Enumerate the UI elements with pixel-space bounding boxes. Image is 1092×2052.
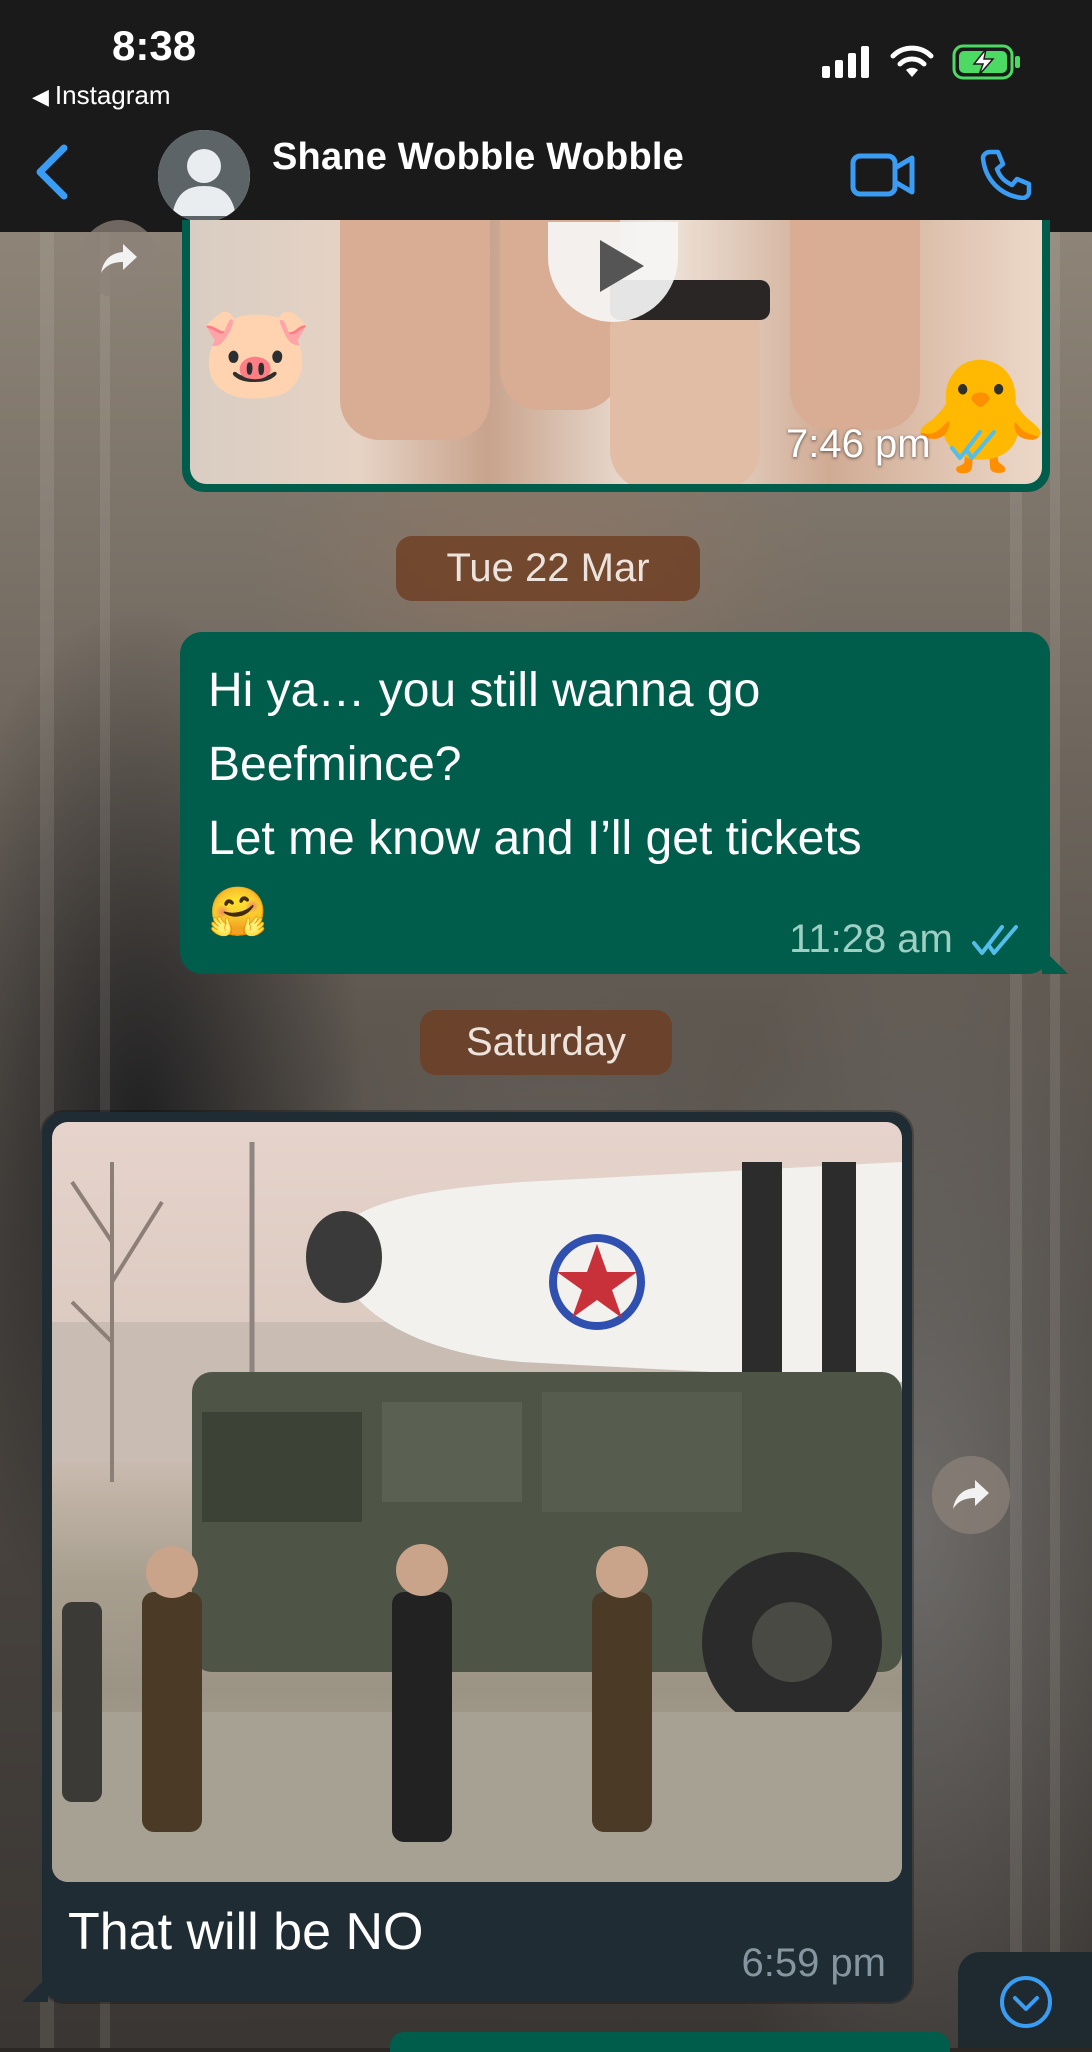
back-triangle-icon: ◀: [32, 84, 49, 109]
bubble-tail: [1042, 948, 1068, 974]
photo-scene: [52, 1142, 902, 1882]
text-message-meta: 11:28 am: [789, 917, 1026, 962]
contact-avatar[interactable]: [158, 130, 250, 222]
bubble-tail: [22, 1976, 48, 2002]
wallpaper-stripe: [1050, 232, 1060, 2048]
message-line: Beefmince?: [208, 738, 462, 791]
scroll-to-bottom-button[interactable]: [958, 1952, 1092, 2048]
read-ticks-icon: [949, 430, 996, 461]
message-time: 11:28 am: [789, 917, 953, 961]
incoming-image-message[interactable]: That will be NO 6:59 pm: [22, 1112, 912, 2002]
message-photo[interactable]: [52, 1122, 902, 1882]
forward-icon: [953, 1480, 989, 1509]
forward-icon: [101, 244, 137, 273]
phone-icon[interactable]: [980, 148, 1032, 200]
signal-icon: [822, 46, 869, 78]
video-message-meta: 7:46 pm: [786, 422, 1004, 467]
video-call-icon[interactable]: [850, 152, 916, 198]
status-time: 8:38: [112, 22, 197, 69]
date-separator: Tue 22 Mar: [396, 536, 700, 601]
read-ticks-icon: [972, 925, 1018, 956]
outgoing-text-message[interactable]: Hi ya… you still wanna go Beefmince? Let…: [180, 632, 1068, 974]
back-arrow-icon[interactable]: [30, 142, 74, 202]
avatar-icon: [158, 130, 250, 222]
message-time: 7:46 pm: [786, 422, 931, 466]
wallpaper-stripe: [1010, 232, 1022, 2048]
status-icons: [822, 44, 1022, 80]
message-body: Hi ya… you still wanna go Beefmince? Let…: [208, 654, 1028, 950]
message-line: Let me know and I’ll get tickets: [208, 812, 862, 865]
message-time: 6:59 pm: [741, 1941, 886, 1985]
thumbnail-shape: [340, 220, 490, 440]
message-caption: That will be NO: [68, 1903, 424, 1961]
forward-button[interactable]: [80, 220, 158, 298]
back-to-app-link[interactable]: ◀ Instagram: [32, 80, 171, 111]
message-line: Hi ya… you still wanna go: [208, 664, 761, 717]
wifi-icon: [890, 45, 934, 77]
contact-name[interactable]: Shane Wobble Wobble: [272, 136, 684, 179]
thumbnail-shape: [790, 220, 920, 430]
forward-button[interactable]: [932, 1456, 1010, 1534]
top-bar: 8:38 ◀ Instagram Shane Wobble Wobble: [0, 0, 1092, 232]
scroll-down-icon: [1000, 1976, 1052, 2028]
pig-sticker: 🐷: [200, 303, 313, 403]
battery-charging-icon: [952, 44, 1020, 80]
date-separator: Saturday: [420, 1010, 672, 1075]
next-message-peek: [390, 2032, 950, 2052]
back-app-label: Instagram: [54, 80, 171, 110]
